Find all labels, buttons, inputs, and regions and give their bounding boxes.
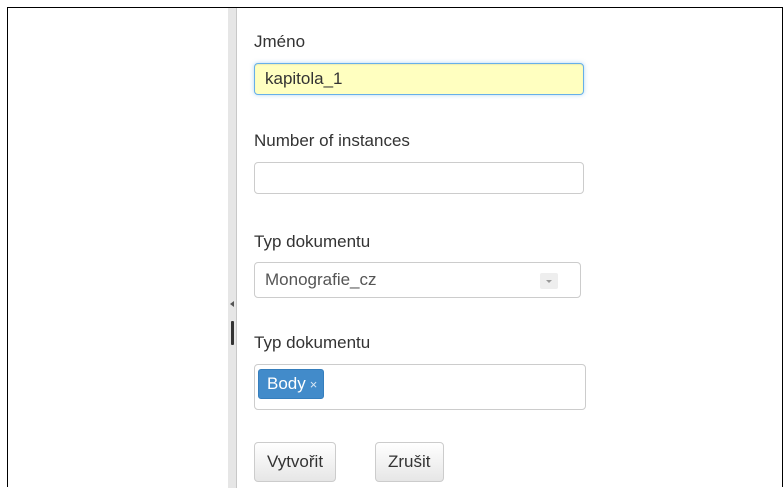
instances-label: Number of instances [254,131,410,150]
doc-type-select[interactable]: Monografie_cz [254,262,581,298]
collapse-left-arrow-icon[interactable] [230,301,234,307]
name-label: Jméno [254,32,306,51]
doc-type-label: Typ dokumentu [254,232,371,251]
panel-splitter[interactable] [228,8,237,488]
splitter-grip-handle[interactable] [231,321,234,345]
tag-remove-icon[interactable]: × [310,377,318,392]
cancel-button[interactable]: Zrušit [375,442,444,482]
chevron-down-icon [546,280,552,283]
doc-type-multiselect[interactable]: Body × [254,364,586,410]
window-frame: Jméno Number of instances Typ dokumentu … [7,7,783,488]
create-button[interactable]: Vytvořit [254,442,337,482]
tag-body: Body × [258,369,325,399]
dropdown-arrow-icon[interactable] [540,273,558,289]
tag-label: Body [267,374,306,393]
name-input[interactable] [254,63,584,95]
doc-type-selected-value: Monografie_cz [265,270,377,289]
doc-type-2-label: Typ dokumentu [254,333,371,352]
instances-input[interactable] [254,162,584,194]
